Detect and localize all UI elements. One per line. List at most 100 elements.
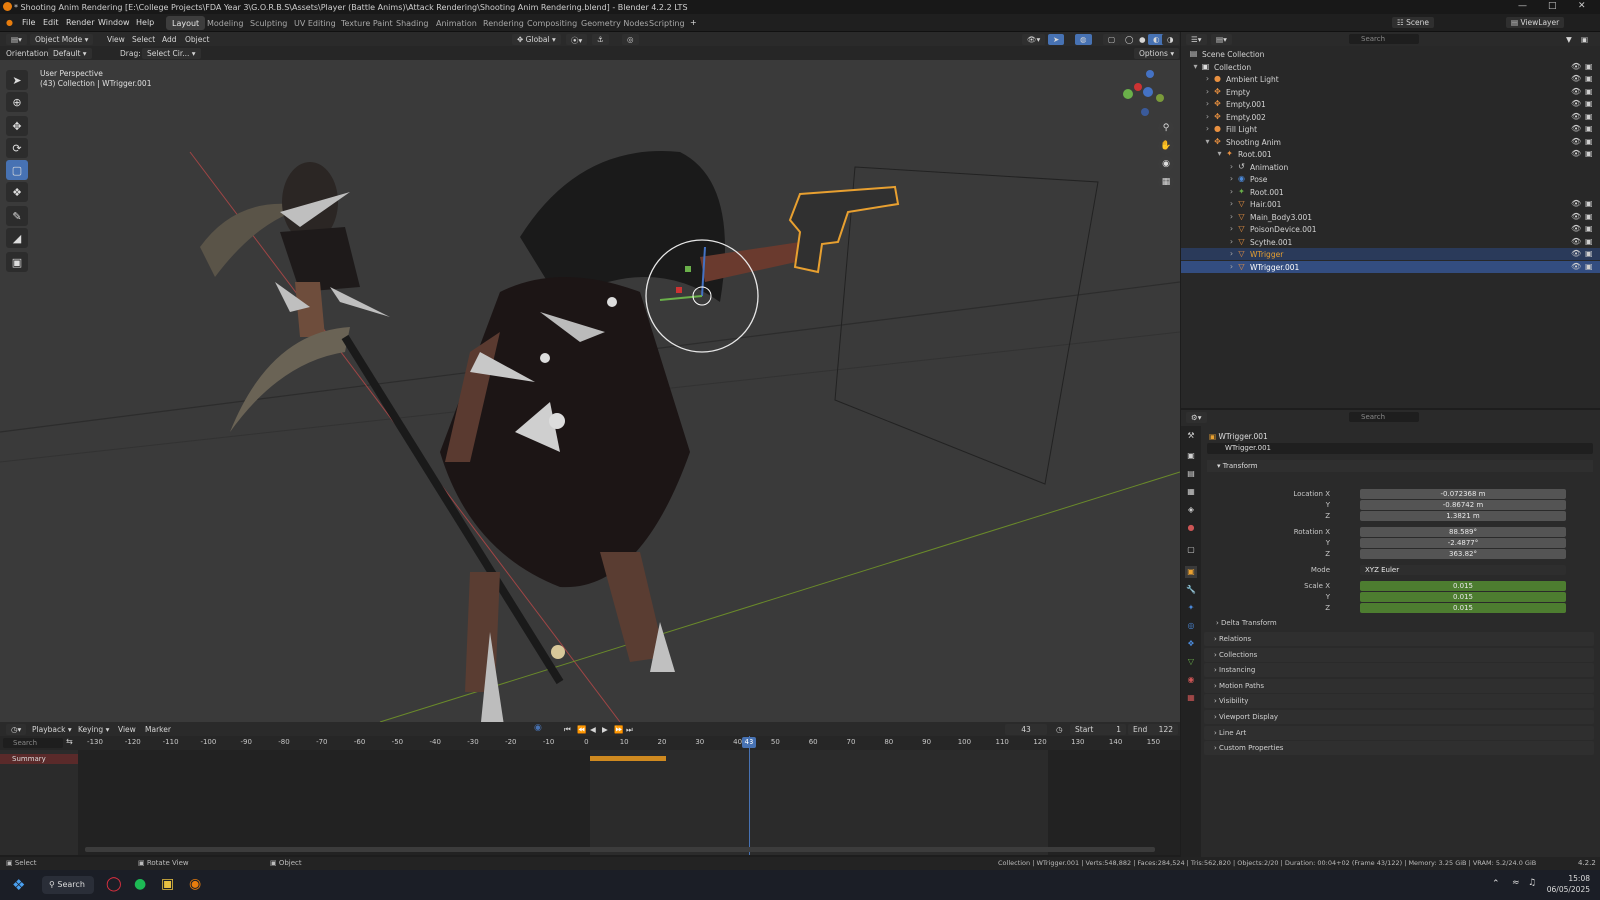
eye-icon[interactable]: 👁 <box>1571 149 1581 158</box>
display-mode-icon[interactable]: ▤▾ <box>1211 34 1232 45</box>
eye-icon[interactable]: 👁 <box>1571 237 1581 246</box>
outliner-row[interactable]: ▾ ✥ Shooting Anim 👁 ▣ <box>1181 136 1600 148</box>
render-visibility-icon[interactable]: ▣ <box>1585 62 1593 71</box>
outliner-row[interactable]: ▾ ▣ Collection 👁 ▣ <box>1181 61 1600 73</box>
eye-icon[interactable]: 👁 <box>1571 99 1581 108</box>
outliner-row[interactable]: › ▽ WTrigger 👁 ▣ <box>1181 248 1600 260</box>
jump-start-icon[interactable]: ⏮ <box>564 725 571 735</box>
expand-toggle-icon[interactable]: › <box>1203 112 1212 121</box>
tab-uv-editing[interactable]: UV Editing <box>288 16 342 30</box>
snap-icon[interactable]: ⚓ <box>592 34 609 45</box>
eye-icon[interactable]: 👁 <box>1571 212 1581 221</box>
taskbar-clock[interactable]: 15:08 <box>1550 874 1590 883</box>
render-visibility-icon[interactable]: ▣ <box>1585 237 1593 246</box>
drag-dropdown[interactable]: Select Cir... ▾ <box>142 48 201 59</box>
menu-keying[interactable]: Keying ▾ <box>78 725 109 734</box>
tab-world-icon[interactable]: ● <box>1185 522 1197 534</box>
scale-z-field[interactable]: 0.015 <box>1360 603 1566 613</box>
properties-editor-type-icon[interactable]: ⚙▾ <box>1186 412 1207 423</box>
outliner-editor-type-icon[interactable]: ☰▾ <box>1186 34 1207 45</box>
render-visibility-icon[interactable]: ▣ <box>1585 262 1593 271</box>
gizmo-toggle-icon[interactable]: ➤ <box>1048 34 1065 45</box>
tray-chevron-icon[interactable]: ⌃ <box>1492 879 1500 889</box>
summary-channel[interactable]: Summary <box>0 754 78 764</box>
outliner-row[interactable]: › ▽ Main_Body3.001 👁 ▣ <box>1181 211 1600 223</box>
tool-cursor-icon[interactable]: ⊕ <box>6 92 28 112</box>
tab-animation[interactable]: Animation <box>430 16 483 30</box>
taskbar-search[interactable]: ⚲ Search <box>42 876 94 894</box>
tool-rotate-icon[interactable]: ⟳ <box>6 138 28 158</box>
tab-scripting[interactable]: Scripting <box>643 16 691 30</box>
pivot-icon[interactable]: ⦿▾ <box>566 34 588 45</box>
outliner-row[interactable]: › ▽ Scythe.001 👁 ▣ <box>1181 236 1600 248</box>
panel-custom-properties[interactable]: › Custom Properties <box>1204 741 1594 756</box>
mode-selector[interactable]: Object Mode ▾ <box>30 34 94 45</box>
tab-object-icon[interactable]: ▣ <box>1185 566 1197 578</box>
minimize-icon[interactable]: — <box>1518 1 1527 11</box>
keyframe-range-bar[interactable] <box>590 756 666 761</box>
xray-toggle-icon[interactable]: ▢ <box>1103 34 1121 45</box>
menu-view[interactable]: View <box>107 35 125 44</box>
add-workspace-icon[interactable]: + <box>690 18 697 27</box>
expand-toggle-icon[interactable]: › <box>1203 124 1212 133</box>
panel-motion-paths[interactable]: › Motion Paths <box>1204 678 1594 693</box>
menu-help[interactable]: Help <box>136 18 154 27</box>
preview-range-icon[interactable]: ◷ <box>1056 725 1063 734</box>
rotation-x-field[interactable]: 88.589° <box>1360 527 1566 537</box>
outliner-row[interactable]: › ▽ Hair.001 👁 ▣ <box>1181 198 1600 210</box>
expand-toggle-icon[interactable]: ▾ <box>1191 62 1200 71</box>
tab-view-layer-icon[interactable]: ▦ <box>1185 486 1197 498</box>
taskbar-date[interactable]: 06/05/2025 <box>1544 885 1590 894</box>
file-explorer-icon[interactable]: ▣ <box>161 876 174 892</box>
expand-toggle-icon[interactable]: › <box>1227 187 1236 196</box>
eye-icon[interactable]: 👁 <box>1571 137 1581 146</box>
zoom-icon[interactable]: ⚲ <box>1158 120 1174 136</box>
jump-key-back-icon[interactable]: ⏪ <box>577 725 586 734</box>
timeline-search-input[interactable]: Search <box>3 738 63 748</box>
overlay-toggle-icon[interactable]: ◍ <box>1075 34 1092 45</box>
tab-physics-icon[interactable]: ◎ <box>1185 620 1197 632</box>
camera-view-icon[interactable]: ◉ <box>1158 156 1174 172</box>
start-frame-field[interactable]: Start 1 <box>1070 724 1126 735</box>
render-visibility-icon[interactable]: ▣ <box>1585 212 1593 221</box>
menu-window[interactable]: Window <box>98 18 130 27</box>
outliner-row[interactable]: › ↺ Animation <box>1181 161 1600 173</box>
tool-move-icon[interactable]: ✥ <box>6 116 28 136</box>
tool-scale-icon[interactable]: ▢ <box>6 160 28 180</box>
play-reverse-icon[interactable]: ◀ <box>590 725 596 734</box>
options-dropdown[interactable]: Options ▾ <box>1134 48 1180 59</box>
eye-icon[interactable]: 👁 <box>1571 124 1581 133</box>
ortho-grid-icon[interactable]: ▦ <box>1158 174 1174 190</box>
outliner-row[interactable]: › ✥ Empty.001 👁 ▣ <box>1181 98 1600 110</box>
tab-layout[interactable]: Layout <box>166 16 206 30</box>
auto-keying-icon[interactable]: ◉ <box>534 723 542 733</box>
outliner-row[interactable]: › ✥ Empty.002 👁 ▣ <box>1181 111 1600 123</box>
panel-relations[interactable]: › Relations <box>1204 632 1594 646</box>
tab-particles-icon[interactable]: ✦ <box>1185 602 1197 614</box>
outliner-row[interactable]: ▤ Scene Collection <box>1181 48 1600 60</box>
blender-taskbar-icon[interactable]: ◉ <box>189 876 201 892</box>
proportional-edit-icon[interactable]: ◎ <box>622 34 639 45</box>
opera-browser-icon[interactable]: ◯ <box>106 876 122 892</box>
transform-orientation-selector[interactable]: ✥ Global ▾ <box>512 34 561 45</box>
scene-selector[interactable]: ☷ Scene <box>1392 17 1434 28</box>
tool-annotate-icon[interactable]: ✎ <box>6 206 28 226</box>
tab-modeling[interactable]: Modeling <box>201 16 249 30</box>
timeline-ruler[interactable]: Search ⇆ -130 -120 -110 -100 -90 -80 -70 -60 -50… <box>0 736 1180 750</box>
tool-transform-icon[interactable]: ❖ <box>6 182 28 202</box>
outliner-row[interactable]: › ✥ Empty 👁 ▣ <box>1181 86 1600 98</box>
outliner-row[interactable]: › ▽ WTrigger.001 👁 ▣ <box>1181 260 1600 273</box>
eye-icon[interactable]: 👁 <box>1571 249 1581 258</box>
panel-visibility[interactable]: › Visibility <box>1204 694 1594 709</box>
rotation-mode-dropdown[interactable]: XYZ Euler <box>1360 565 1566 575</box>
menu-select[interactable]: Select <box>132 35 155 44</box>
sync-icon[interactable]: ⇆ <box>66 737 73 746</box>
location-z-field[interactable]: 1.3821 m <box>1360 511 1566 521</box>
tool-measure-icon[interactable]: ◢ <box>6 228 28 248</box>
blender-menu-icon[interactable]: ● <box>6 18 13 27</box>
timeline-area[interactable]: Summary <box>0 736 1180 855</box>
menu-marker[interactable]: Marker <box>145 725 171 734</box>
expand-toggle-icon[interactable]: › <box>1227 199 1236 208</box>
panel-line-art[interactable]: › Line Art <box>1204 725 1594 740</box>
playhead-line[interactable] <box>748 736 750 855</box>
